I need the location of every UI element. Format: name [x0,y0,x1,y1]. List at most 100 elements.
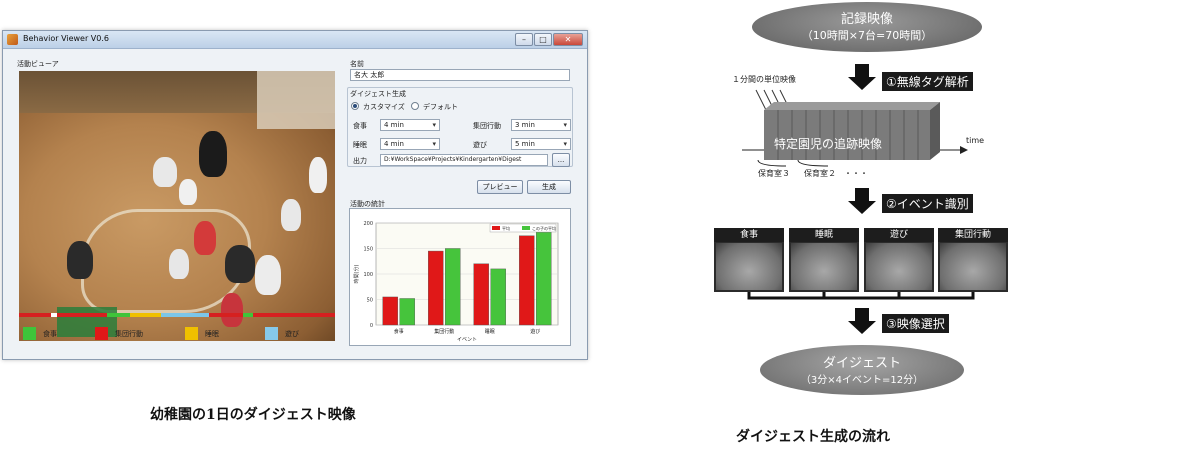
bar [490,268,506,326]
viewer-label: 活動ビューア [17,60,59,68]
legend-label: 食事 [43,330,57,338]
activity-timeline[interactable] [19,313,335,317]
x-axis-label: イベント [457,337,477,343]
video-child [67,241,93,279]
event-thumb-label: 食事 [714,228,784,242]
sleep-label: 睡眠 [353,141,367,149]
legend-swatch [492,226,500,230]
timeline-segment[interactable] [19,313,51,317]
legend-item-group: 集団行動 [95,327,175,341]
video-child [255,255,281,295]
preview-button[interactable]: プレビュー [477,180,523,194]
meal-duration-select[interactable]: 4 min [380,119,440,131]
caption-right: ダイジェスト生成の流れ [736,429,890,445]
sleep-duration-select[interactable]: 4 min [380,138,440,150]
down-arrow-icon [848,188,876,214]
legend-item-sleep: 睡眠 [185,327,255,341]
video-child [179,179,197,205]
minimize-button[interactable]: – [515,33,533,46]
x-tick-label: 遊び [530,328,540,335]
event-thumb-label: 遊び [864,228,934,242]
timeline-segment[interactable] [129,313,162,317]
browse-button[interactable]: ... [552,153,570,167]
legend-swatch [185,327,198,340]
meal-label: 食事 [353,122,367,130]
y-tick-label: 0 [370,323,373,329]
bar [519,235,535,326]
video-child [221,293,243,327]
digest-flow-diagram: 記録映像 （10時間×7台=70時間） ①無線タグ解析 １分間の単位映像 特定園… [712,0,1012,395]
event-thumb-image [940,243,1006,290]
legend-label: この子の平均 [532,225,556,231]
room2-label: 保育室２ [804,169,836,178]
timeline-segment[interactable] [208,313,244,317]
timeline-segment[interactable] [161,313,209,317]
radio-custom-label: カスタマイズ [363,103,405,111]
legend-label: 集団行動 [115,330,143,338]
timeline-segment[interactable] [252,313,335,317]
event-thumb-group[interactable]: 集団行動 [938,228,1008,292]
play-duration-select[interactable]: 5 min [511,138,571,150]
timeline-segment[interactable] [107,313,130,317]
down-arrow-icon [848,308,876,334]
thumb-connector [747,292,975,300]
y-tick-label: 50 [367,298,373,304]
group-duration-select[interactable]: 3 min [511,119,571,131]
legend-swatch [265,327,278,340]
name-label: 名前 [350,60,364,68]
y-tick-label: 100 [363,272,373,278]
activity-video[interactable] [19,71,335,341]
generate-button[interactable]: 生成 [527,180,571,194]
event-thumb-image [791,243,857,290]
bar [382,296,398,326]
bar [473,263,489,326]
legend-item-meal: 食事 [23,327,93,341]
track-label: 特定園児の追跡映像 [774,137,883,151]
output-path-field[interactable]: D:¥WorkSpace¥Projects¥Kindergarten¥Diges… [380,154,548,166]
video-child [194,221,216,255]
event-thumb-label: 集団行動 [938,228,1008,242]
step2-label: ②イベント識別 [882,194,973,213]
video-shelf [257,71,335,129]
recorded-video-title: 記録映像 [840,12,893,27]
window-title: Behavior Viewer V0.6 [23,34,109,43]
name-field[interactable]: 名大 太郎 [350,69,570,81]
app-icon [7,34,18,45]
close-button[interactable]: ✕ [553,33,583,46]
legend-label: 平均 [502,225,510,231]
activity-stats-chart: 0 50 100 150 200 時間(分) 食事 集団行動 睡眠 遊び イベント 平均 この子の平均 [349,208,571,346]
x-tick-label: 集団行動 [434,328,454,335]
event-thumb-meal[interactable]: 食事 [714,228,784,292]
event-thumb-play[interactable]: 遊び [864,228,934,292]
video-child [225,245,255,283]
output-label: 出力 [353,157,367,165]
radio-default[interactable] [411,102,419,110]
digest-ellipse: ダイジェスト （3分×4イベント=12分） [760,345,964,395]
play-label: 遊び [473,141,487,149]
video-child [169,249,189,279]
bar [445,248,461,326]
video-child [153,157,177,187]
recorded-video-cloud: 記録映像 （10時間×7台=70時間） [752,2,982,52]
digest-title: ダイジェスト [822,356,901,371]
recorded-video-sub: （10時間×7台=70時間） [801,29,933,42]
event-thumb-sleep[interactable]: 睡眠 [789,228,859,292]
y-tick-label: 200 [363,221,373,227]
event-thumb-image [716,243,782,290]
radio-custom[interactable] [351,102,359,110]
caption-left: 幼稚園の1日のダイジェスト映像 [150,407,356,423]
digest-label: ダイジェスト生成 [350,90,406,98]
video-person [199,131,227,177]
video-child [309,157,327,193]
maximize-button[interactable]: □ [534,33,552,46]
bar [536,231,552,326]
group-label: 集団行動 [473,122,501,130]
title-bar[interactable]: Behavior Viewer V0.6 – □ ✕ [3,31,587,49]
legend-swatch [522,226,530,230]
timeline-segment[interactable] [56,313,108,317]
legend-swatch [95,327,108,340]
dots-label: ・・・ [844,169,868,178]
timeline-segment[interactable] [243,313,253,317]
time-label: time [966,136,985,145]
x-tick-label: 食事 [394,328,404,335]
